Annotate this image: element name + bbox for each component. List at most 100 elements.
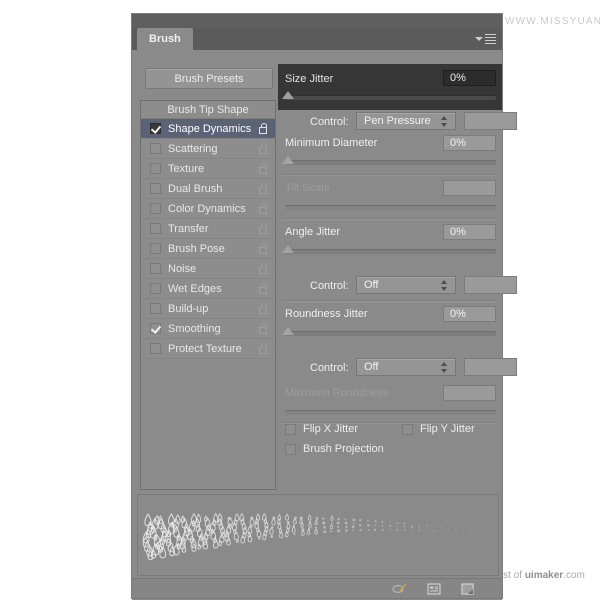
screenshot-root: 思缘设计论坛 WWW.MISSYUAN.COM post of uimaker.… <box>0 0 600 600</box>
list-item-wet-edges[interactable]: Wet Edges <box>141 279 275 299</box>
roundness-jitter-slider-track[interactable] <box>285 331 496 336</box>
checkbox-flip-x-jitter[interactable] <box>285 423 296 435</box>
checkbox-scattering[interactable] <box>150 143 161 154</box>
brush-tip-shape-header[interactable]: Brush Tip Shape <box>141 101 275 119</box>
brush-projection-row[interactable]: Brush Projection <box>285 443 384 455</box>
brush-stroke-preview-svg <box>142 512 479 561</box>
checkbox-noise[interactable] <box>150 263 161 274</box>
lock-icon[interactable] <box>259 343 268 354</box>
list-item-label: Scattering <box>168 142 218 155</box>
size-jitter-control-select[interactable]: Pen Pressure <box>356 112 456 130</box>
checkbox-brush-pose[interactable] <box>150 243 161 254</box>
watermark-top-url: WWW.MISSYUAN.COM <box>505 16 600 27</box>
lock-icon[interactable] <box>259 243 268 254</box>
flip-y-jitter-row[interactable]: Flip Y Jitter <box>402 423 475 435</box>
brush-presets-label: Brush Presets <box>174 72 244 85</box>
panel-footer-toolbar <box>132 578 502 599</box>
angle-jitter-label: Angle Jitter <box>285 226 341 238</box>
checkbox-dual-brush[interactable] <box>150 183 161 194</box>
lock-icon[interactable] <box>259 263 268 274</box>
list-item-protect-texture[interactable]: Protect Texture <box>141 339 275 359</box>
checkbox-shape-dynamics[interactable] <box>150 123 161 134</box>
flip-x-jitter-row[interactable]: Flip X Jitter <box>285 423 358 435</box>
list-item-label: Color Dynamics <box>168 202 246 215</box>
list-item-label: Noise <box>168 262 197 275</box>
angle-jitter-value[interactable]: 0% <box>443 224 496 240</box>
roundness-jitter-control-extra <box>464 358 517 376</box>
lock-icon[interactable] <box>259 303 268 314</box>
brush-options-column: Brush Presets Brush Tip Shape Shape Dyna… <box>137 55 276 490</box>
list-item-smoothing[interactable]: Smoothing <box>141 319 275 339</box>
list-item-brush-pose[interactable]: Brush Pose <box>141 239 275 259</box>
tab-brush[interactable]: Brush <box>137 28 193 50</box>
checkbox-brush-projection[interactable] <box>285 443 296 455</box>
checkbox-color-dynamics[interactable] <box>150 203 161 214</box>
size-jitter-control-value: Pen Pressure <box>364 115 431 127</box>
divider <box>282 300 498 302</box>
lock-icon[interactable] <box>259 283 268 294</box>
list-item-noise[interactable]: Noise <box>141 259 275 279</box>
roundness-jitter-control-select[interactable]: Off <box>356 358 456 376</box>
list-item-build-up[interactable]: Build-up <box>141 299 275 319</box>
tilt-scale-label: Tilt Scale <box>285 182 330 194</box>
toggle-brush-settings-icon[interactable] <box>392 582 408 596</box>
checkbox-transfer[interactable] <box>150 223 161 234</box>
brush-presets-button[interactable]: Brush Presets <box>145 68 273 89</box>
minimum-diameter-slider-thumb[interactable] <box>282 156 294 164</box>
checkbox-protect-texture[interactable] <box>150 343 161 354</box>
lock-icon[interactable] <box>259 123 268 134</box>
lock-icon[interactable] <box>259 163 268 174</box>
lock-icon[interactable] <box>259 183 268 194</box>
chevron-down-icon <box>475 37 483 41</box>
roundness-jitter-control-label: Control: <box>310 362 349 374</box>
roundness-jitter-label: Roundness Jitter <box>285 308 368 320</box>
tab-brush-label: Brush <box>149 33 181 45</box>
checkbox-flip-y-jitter[interactable] <box>402 423 413 435</box>
size-jitter-slider-track[interactable] <box>285 95 496 100</box>
list-item-label: Protect Texture <box>168 342 242 355</box>
angle-jitter-slider-track[interactable] <box>285 249 496 254</box>
roundness-jitter-slider-thumb[interactable] <box>282 327 294 335</box>
minimum-diameter-value[interactable]: 0% <box>443 135 496 151</box>
watermark-bottom: post of uimaker.com <box>492 570 585 581</box>
angle-jitter-slider-thumb[interactable] <box>282 245 294 253</box>
panel-body: Brush Presets Brush Tip Shape Shape Dyna… <box>132 50 517 578</box>
create-new-brush-icon[interactable] <box>460 582 476 596</box>
list-item-texture[interactable]: Texture <box>141 159 275 179</box>
checkbox-build-up[interactable] <box>150 303 161 314</box>
open-preset-manager-icon[interactable] <box>426 582 442 596</box>
watermark-bottom-brand: uimaker <box>524 570 564 581</box>
size-jitter-control-extra <box>464 112 517 130</box>
size-jitter-value[interactable]: 0% <box>443 70 496 86</box>
size-jitter-control-label: Control: <box>310 116 349 128</box>
minimum-diameter-label: Minimum Diameter <box>285 137 378 149</box>
lock-icon[interactable] <box>259 223 268 234</box>
spinner-icon <box>441 116 448 127</box>
flip-y-jitter-label: Flip Y Jitter <box>420 423 475 435</box>
angle-jitter-control-label: Control: <box>310 280 349 292</box>
list-item-label: Brush Pose <box>168 242 225 255</box>
lock-icon[interactable] <box>259 203 268 214</box>
list-item-label: Smoothing <box>168 322 221 335</box>
roundness-jitter-value[interactable]: 0% <box>443 306 496 322</box>
size-jitter-slider-thumb[interactable] <box>282 91 294 99</box>
minimum-diameter-slider-track[interactable] <box>285 160 496 165</box>
list-item-color-dynamics[interactable]: Color Dynamics <box>141 199 275 219</box>
spinner-icon <box>441 362 448 373</box>
checkbox-texture[interactable] <box>150 163 161 174</box>
checkbox-smoothing[interactable] <box>150 323 161 334</box>
lock-icon[interactable] <box>259 323 268 334</box>
list-item-shape-dynamics[interactable]: Shape Dynamics <box>141 119 275 139</box>
list-item-dual-brush[interactable]: Dual Brush <box>141 179 275 199</box>
angle-jitter-control-select[interactable]: Off <box>356 276 456 294</box>
size-jitter-label: Size Jitter <box>285 73 334 85</box>
panel-menu-icon[interactable] <box>474 32 496 46</box>
list-item-scattering[interactable]: Scattering <box>141 139 275 159</box>
list-item-label: Transfer <box>168 222 209 235</box>
checkbox-wet-edges[interactable] <box>150 283 161 294</box>
lock-icon[interactable] <box>259 143 268 154</box>
list-item-label: Texture <box>168 162 205 175</box>
minimum-roundness-value <box>443 385 496 401</box>
list-item-transfer[interactable]: Transfer <box>141 219 275 239</box>
brush-stroke-preview <box>137 494 499 576</box>
